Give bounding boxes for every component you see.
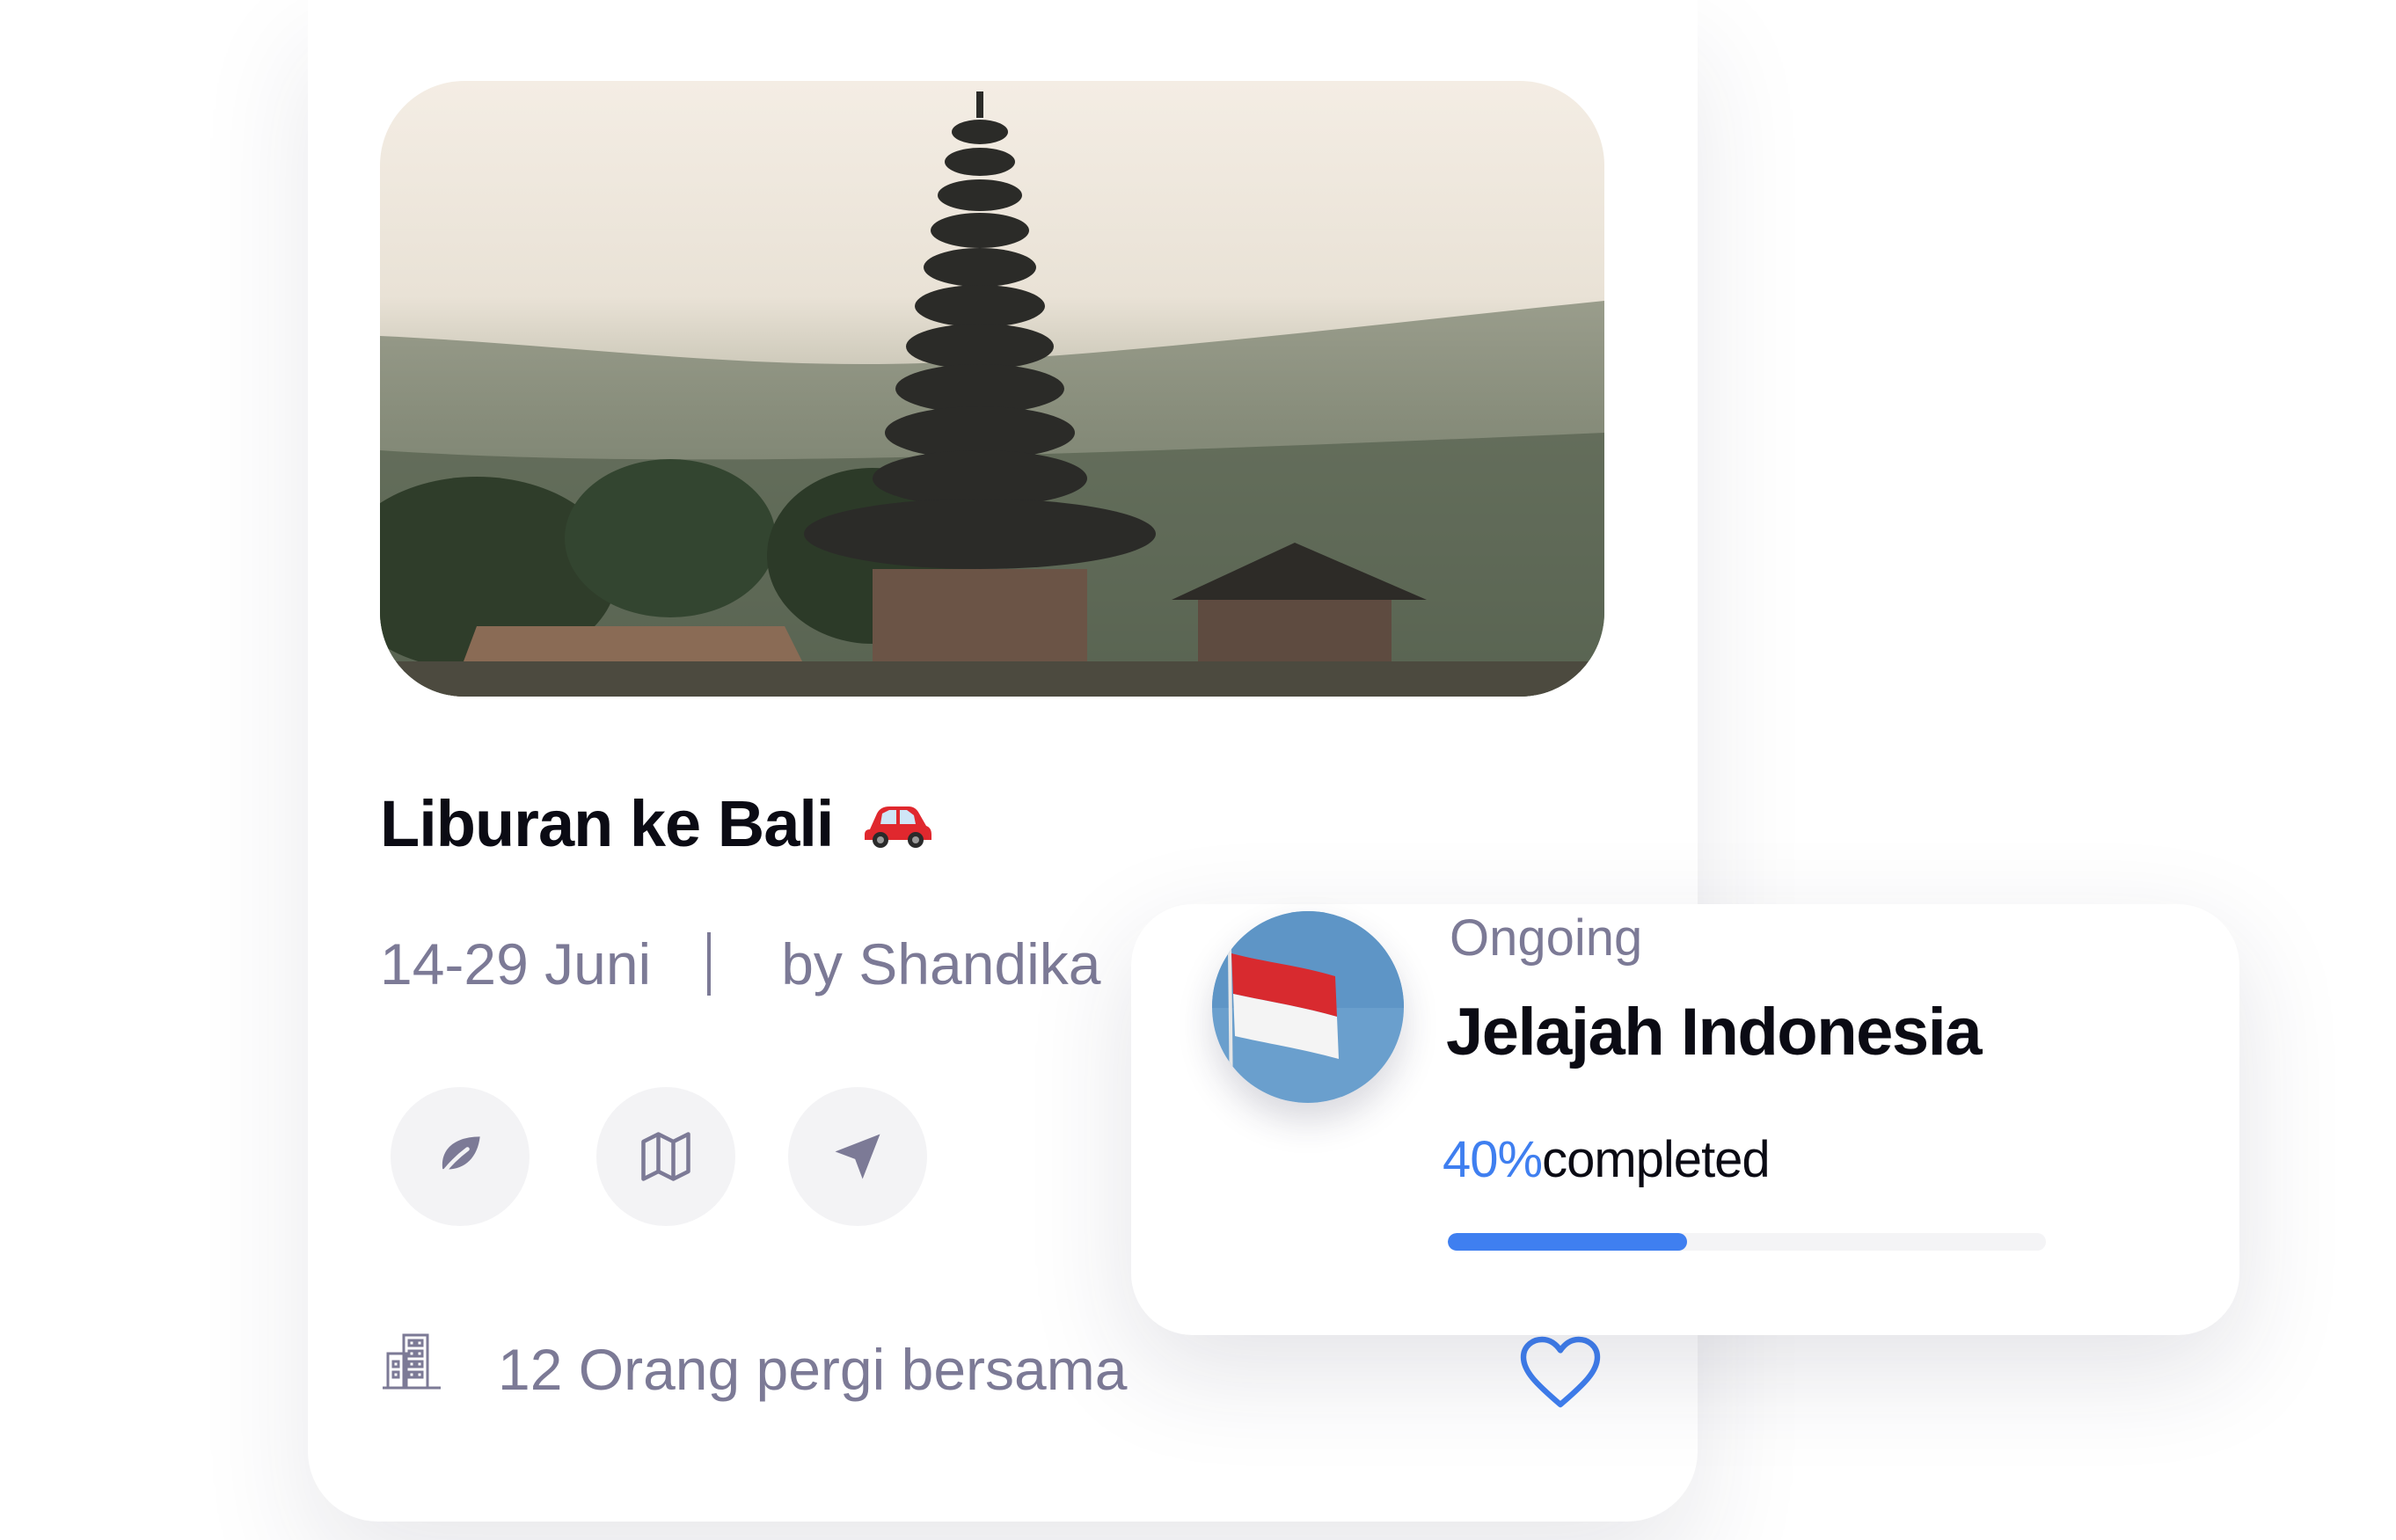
trip-title: Liburan ke Bali [380, 792, 933, 857]
progress-label: 40%completed [1443, 1135, 1771, 1186]
trip-dates: 14-29 Juni [380, 931, 652, 996]
indonesia-flag [1212, 911, 1404, 1103]
progress-fill [1448, 1233, 1687, 1251]
send-button[interactable] [788, 1087, 927, 1226]
progress-card[interactable]: Ongoing Jelajah Indonesia 40%completed [1131, 904, 2239, 1335]
trip-meta: 14-29 Juni by Shandika [380, 932, 1100, 996]
heart-icon[interactable] [1518, 1333, 1603, 1412]
progress-completed-text: completed [1542, 1131, 1771, 1188]
avatar [1212, 911, 1404, 1103]
trip-author: by Shandika [781, 931, 1101, 996]
bali-temple-photo [380, 81, 1604, 697]
screen: Liburan ke Bali 14-29 Juni by Shandika 1… [0, 0, 2396, 1540]
goal-title: Jelajah Indonesia [1446, 995, 1983, 1069]
send-icon [835, 1134, 880, 1179]
building-icon [383, 1333, 441, 1390]
map-icon [641, 1132, 690, 1181]
trip-photo [380, 81, 1604, 697]
leaf-button[interactable] [391, 1087, 530, 1226]
meta-divider [707, 932, 712, 996]
car-icon [865, 806, 932, 848]
progress-percent: 40% [1443, 1131, 1543, 1188]
progress-bar [1448, 1233, 2046, 1251]
map-button[interactable] [596, 1087, 735, 1226]
trip-title-text: Liburan ke Bali [380, 787, 834, 860]
people-count: 12 Orang pergi bersama [498, 1337, 1128, 1402]
leaf-icon [438, 1136, 480, 1179]
status-label: Ongoing [1450, 909, 1643, 967]
